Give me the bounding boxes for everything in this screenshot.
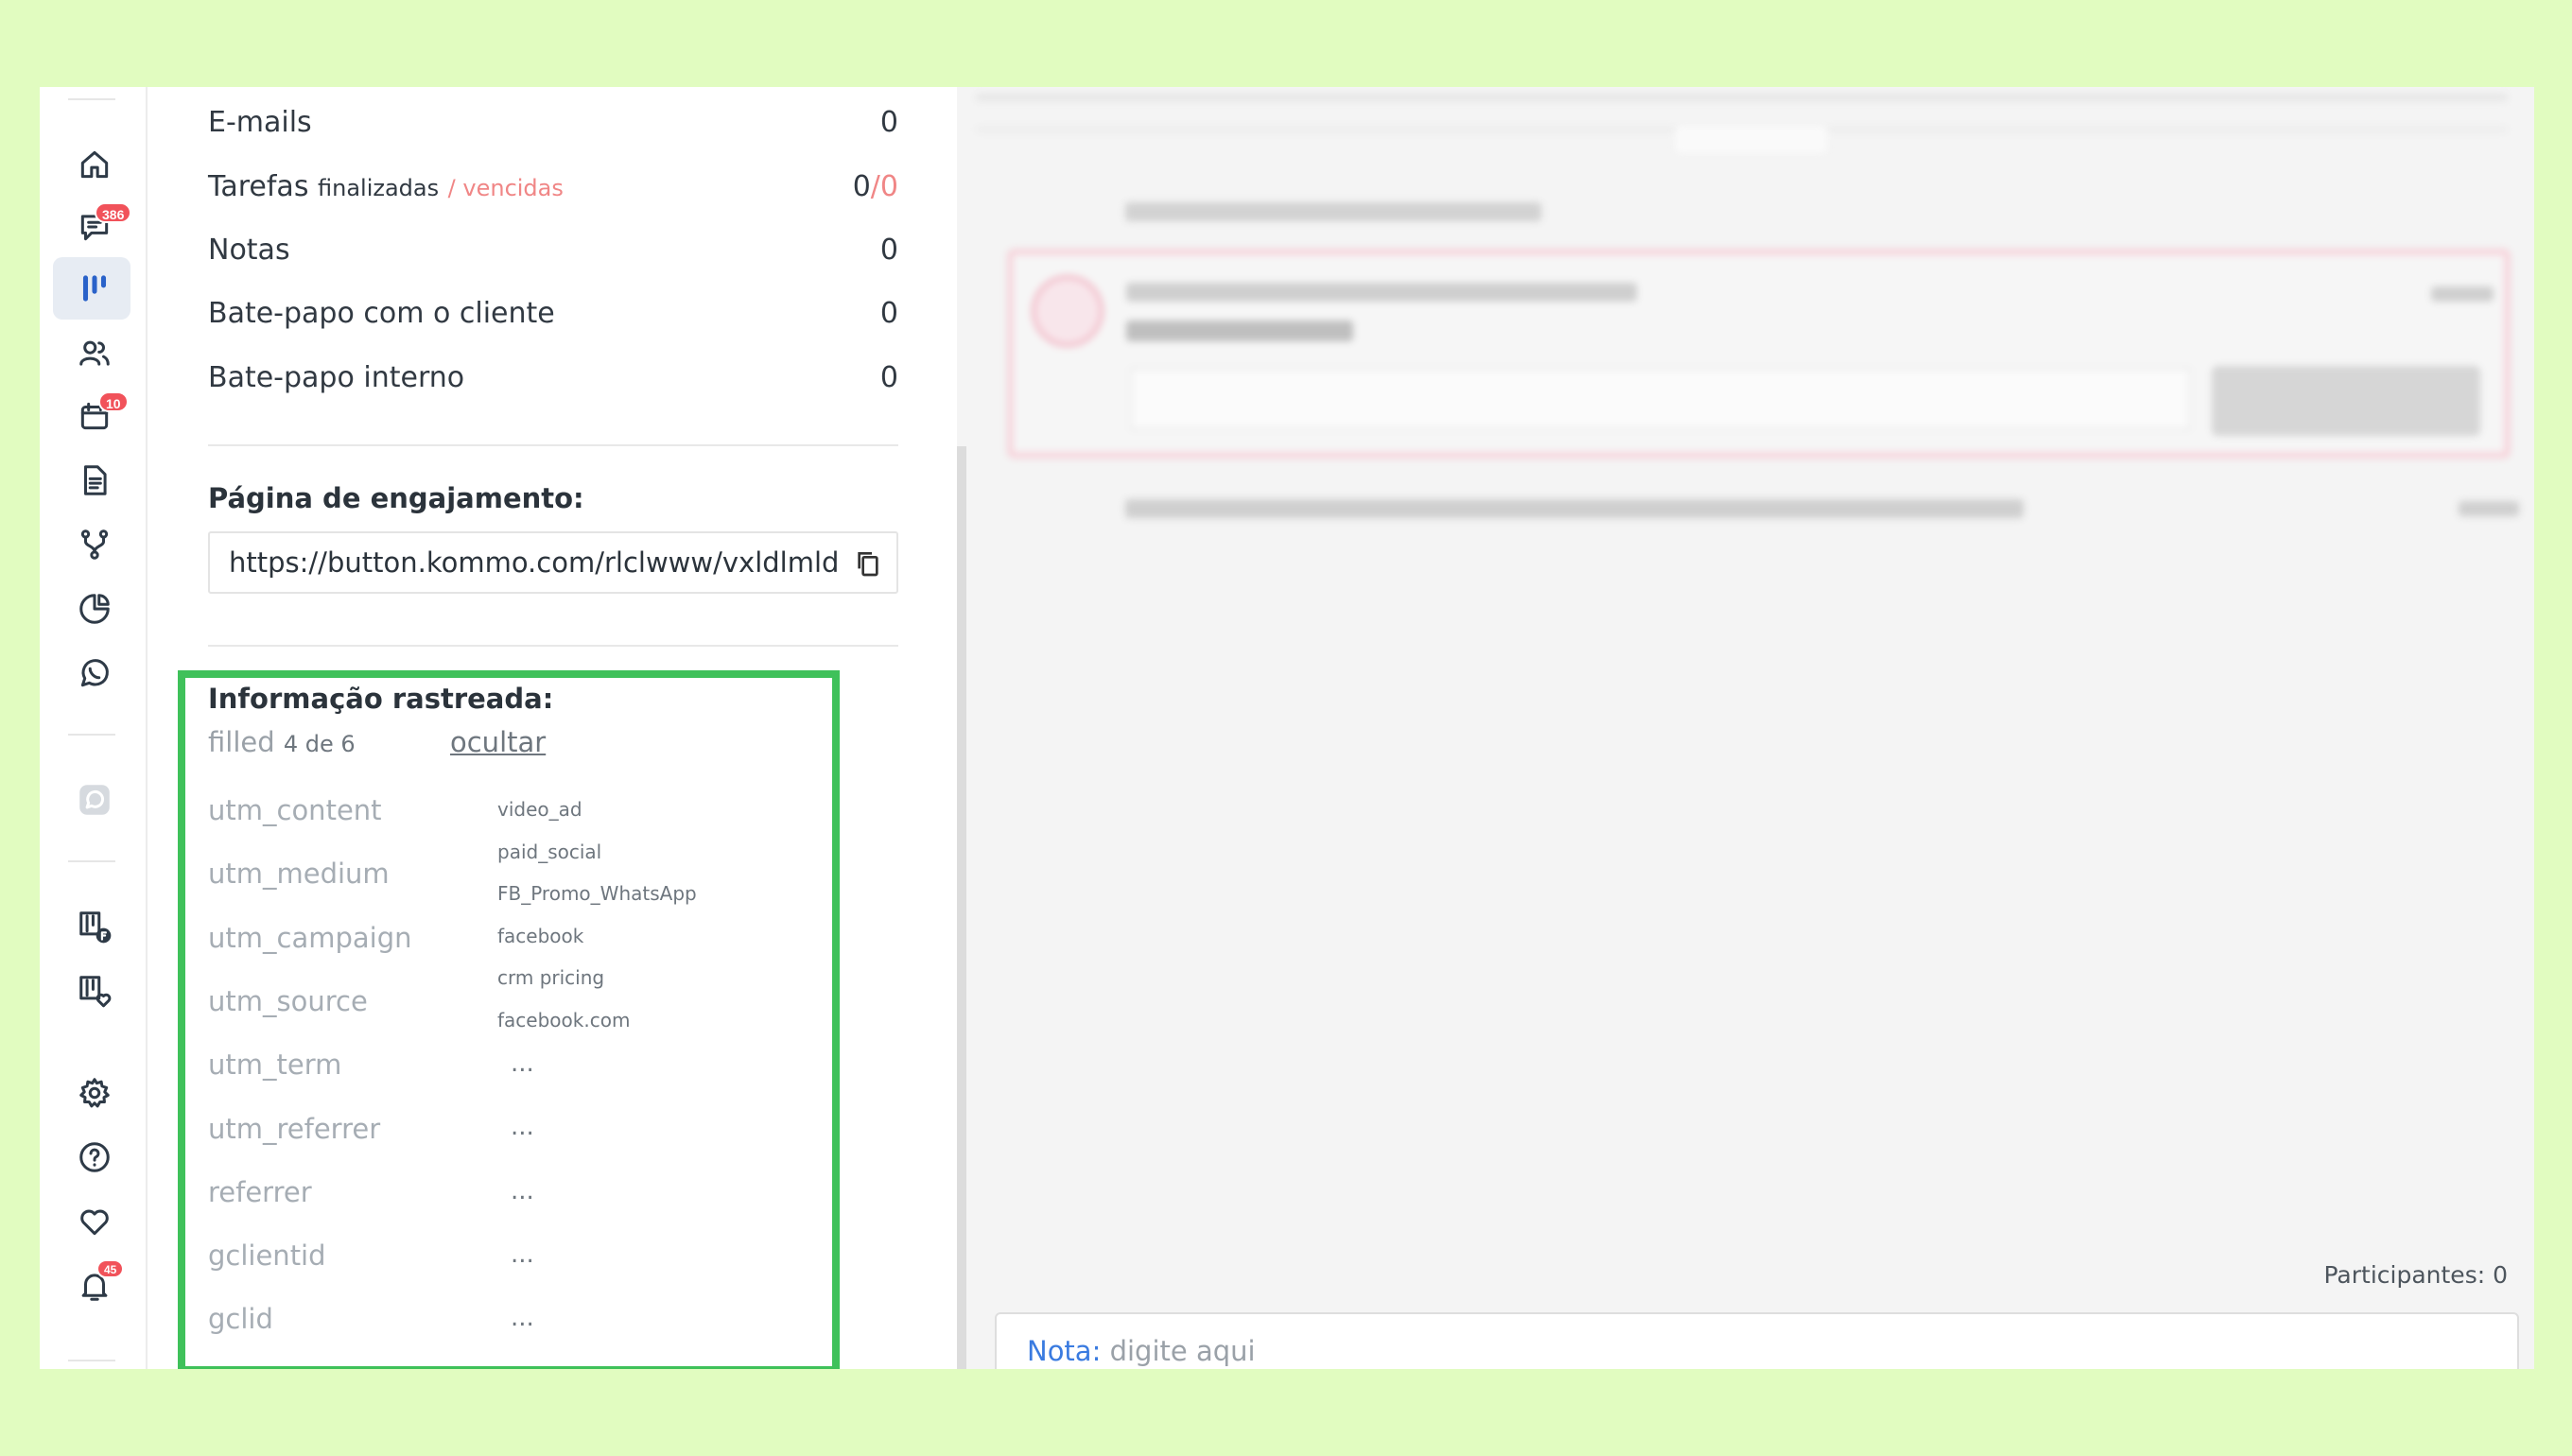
stat-label: Bate-papo interno — [208, 361, 465, 394]
sidebar: 386 10 45 — [40, 87, 148, 1369]
chats-badge: 386 — [95, 202, 132, 223]
note-label: Nota: — [1027, 1335, 1102, 1367]
sidebar-item-kommo-forms[interactable] — [74, 906, 115, 947]
note-placeholder: digite aqui — [1109, 1335, 1256, 1367]
stat-value: 0 — [879, 106, 898, 139]
sidebar-item-automation[interactable] — [74, 524, 115, 565]
gear-icon — [79, 1078, 110, 1108]
middle-panel-scrollbar[interactable] — [957, 446, 966, 1369]
section-divider — [208, 444, 898, 446]
stat-row-internal-chat: Bate-papo interno 0 — [208, 361, 898, 399]
pipeline-f-icon — [79, 911, 112, 944]
stat-row-client-chat: Bate-papo com o cliente 0 — [208, 297, 898, 335]
stat-label: Tarefas — [208, 170, 309, 203]
sidebar-divider — [68, 734, 115, 736]
engagement-title: Página de engajamento: — [208, 482, 584, 514]
sidebar-item-settings[interactable] — [74, 1072, 115, 1114]
whatsapp-icon — [80, 659, 109, 687]
tasks-done-count: 0 — [852, 170, 871, 203]
calendar-badge: 10 — [98, 391, 129, 412]
participants-count: Participantes: 0 — [2323, 1261, 2508, 1289]
pipeline-icon — [82, 275, 107, 302]
task-card — [1008, 250, 2510, 458]
stat-value: 0 — [879, 234, 898, 267]
users-icon — [79, 340, 110, 366]
sidebar-item-favorites[interactable] — [74, 1201, 115, 1242]
document-icon — [83, 465, 107, 495]
sidebar-item-contacts[interactable] — [74, 333, 115, 374]
sidebar-item-leads[interactable] — [74, 268, 115, 309]
notifications-badge: 45 — [96, 1259, 125, 1278]
home-icon — [80, 150, 109, 179]
engagement-url[interactable]: https://button.kommo.com/rlclwww/vxldlml… — [229, 546, 839, 579]
sidebar-divider — [68, 860, 115, 862]
stat-label: Bate-papo com o cliente — [208, 297, 555, 330]
whatsapp-box-icon — [79, 785, 110, 815]
sidebar-item-home[interactable] — [74, 144, 115, 185]
tracked-info-highlight — [178, 670, 840, 1369]
sidebar-item-kommo-favorites[interactable] — [74, 970, 115, 1012]
stat-row-emails: E-mails 0 — [208, 106, 898, 144]
sidebar-item-whatsapp-inactive[interactable] — [74, 779, 115, 821]
engagement-url-field[interactable]: https://button.kommo.com/rlclwww/vxldlml… — [208, 531, 898, 594]
sidebar-item-documents[interactable] — [74, 459, 115, 501]
sidebar-item-stats[interactable] — [74, 588, 115, 630]
pie-chart-icon — [79, 594, 110, 624]
sidebar-item-whatsapp[interactable] — [74, 652, 115, 694]
app-window: 386 10 45 E-mails 0 Tarefas finalizadas … — [40, 87, 2534, 1369]
note-input[interactable]: Nota: digite aqui — [995, 1312, 2519, 1369]
heart-icon — [80, 1209, 109, 1236]
stat-value: 0 — [879, 361, 898, 394]
stat-value: 0 — [879, 297, 898, 330]
stat-label: Notas — [208, 234, 290, 267]
feed-panel: Participantes: 0 Nota: digite aqui — [957, 87, 2534, 1369]
copy-icon[interactable] — [853, 548, 883, 579]
stat-row-notes: Notas 0 — [208, 234, 898, 271]
flow-icon — [80, 529, 109, 560]
help-icon — [79, 1142, 110, 1172]
tasks-finished-label: finalizadas — [318, 175, 440, 201]
tasks-overdue-count: 0 — [879, 170, 898, 203]
pipeline-heart-icon — [79, 976, 112, 1008]
tasks-overdue-label: / vencidas — [447, 175, 564, 201]
sidebar-divider — [68, 1360, 115, 1361]
stat-label: E-mails — [208, 106, 312, 139]
stat-row-tasks: Tarefas finalizadas / vencidas 0/0 — [208, 170, 898, 208]
sidebar-divider — [68, 98, 115, 100]
section-divider — [208, 645, 898, 647]
tasks-separator: / — [870, 170, 880, 203]
sidebar-item-help[interactable] — [74, 1136, 115, 1178]
